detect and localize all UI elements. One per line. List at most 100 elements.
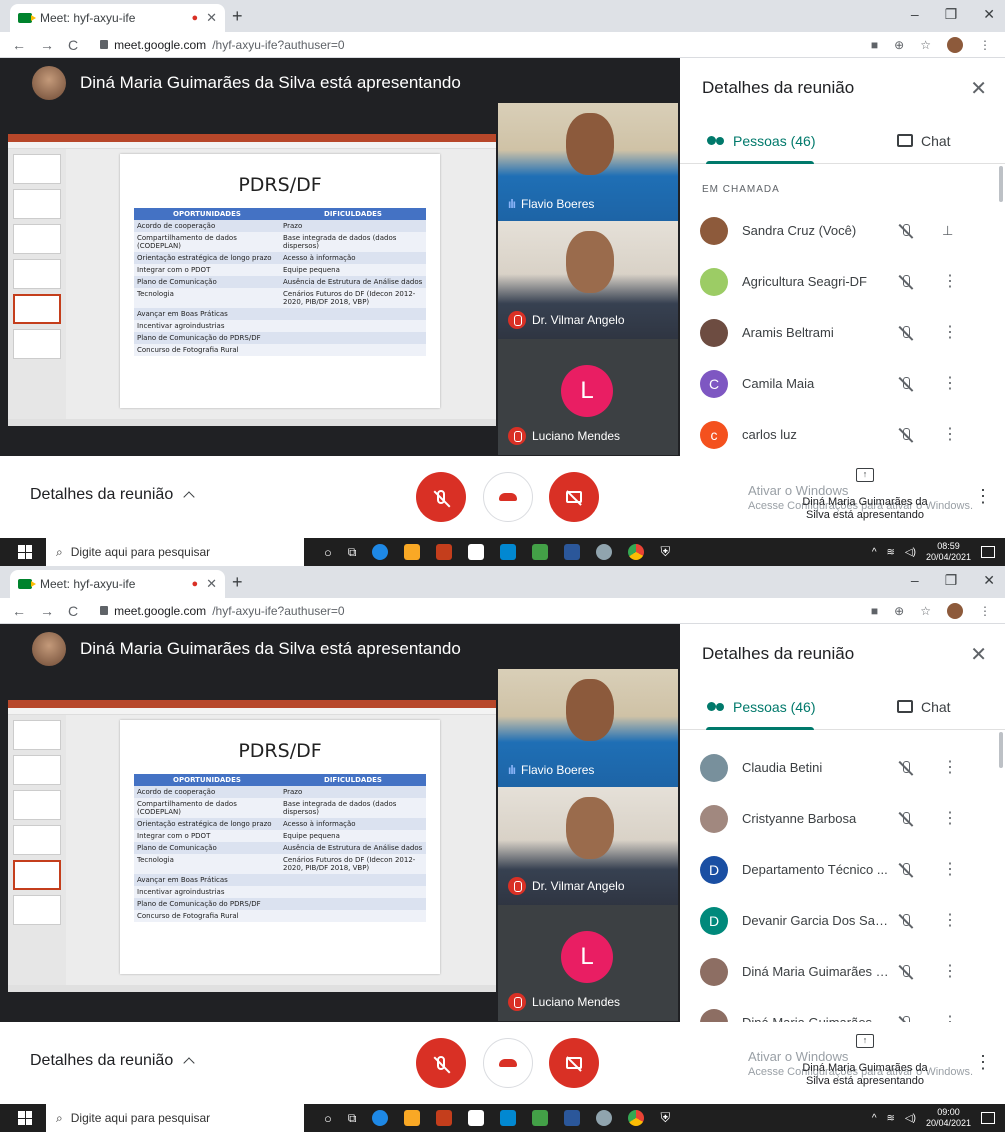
back-icon[interactable]: ←: [12, 603, 26, 619]
notifications-icon[interactable]: [981, 1112, 995, 1124]
meeting-details-button[interactable]: Detalhes da reunião: [30, 1052, 195, 1070]
participant-tile[interactable]: Dr. Vilmar Angelo: [498, 787, 678, 905]
tab-chat[interactable]: Chat: [843, 118, 1005, 163]
edge-icon[interactable]: [372, 1110, 389, 1126]
tray-chevron-up-icon[interactable]: ^: [872, 1113, 877, 1124]
more-options-icon[interactable]: ⋮: [942, 273, 958, 290]
excel-icon[interactable]: [532, 1110, 549, 1126]
leave-call-button[interactable]: [483, 472, 533, 522]
taskbar-clock[interactable]: 08:59 20/04/2021: [926, 541, 971, 563]
more-options-icon[interactable]: ⋮: [942, 324, 958, 341]
cortana-icon[interactable]: ○: [324, 1111, 332, 1126]
network-icon[interactable]: ≋: [887, 1113, 895, 1124]
toggle-mic-button[interactable]: [416, 472, 466, 522]
tray-chevron-up-icon[interactable]: ^: [872, 547, 877, 558]
browser-tab[interactable]: Meet: hyf-axyu-ife ● ✕: [10, 4, 225, 32]
bookmark-star-icon[interactable]: ☆: [920, 38, 931, 52]
store-icon[interactable]: [468, 1110, 485, 1126]
tab-people[interactable]: Pessoas (46): [680, 684, 843, 729]
participant-tile[interactable]: L Luciano Mendes: [498, 905, 678, 1021]
notifications-icon[interactable]: [981, 546, 995, 558]
paint-icon[interactable]: [596, 544, 613, 560]
toggle-camera-button[interactable]: [549, 472, 599, 522]
paint-icon[interactable]: [596, 1110, 613, 1126]
close-tab-icon[interactable]: ✕: [206, 576, 217, 592]
forward-icon[interactable]: →: [40, 37, 54, 53]
store-icon[interactable]: [468, 544, 485, 560]
list-item[interactable]: D Devanir Garcia Dos San... ⋮: [680, 895, 1005, 946]
browser-menu-icon[interactable]: ⋮: [979, 604, 991, 618]
more-options-icon[interactable]: ⋮: [942, 375, 958, 392]
taskbar-search[interactable]: ⌕ Digite aqui para pesquisar: [46, 538, 304, 566]
cortana-icon[interactable]: ○: [324, 545, 332, 560]
participant-tile[interactable]: Dr. Vilmar Angelo: [498, 221, 678, 339]
more-options-icon[interactable]: ⋮: [942, 963, 958, 980]
excel-icon[interactable]: [532, 544, 549, 560]
list-item[interactable]: C Camila Maia ⋮: [680, 358, 1005, 409]
tab-chat[interactable]: Chat: [843, 684, 1005, 729]
maximize-window-icon[interactable]: ❐: [945, 6, 958, 23]
shield-icon[interactable]: ⛨: [660, 1110, 670, 1126]
toggle-camera-button[interactable]: [549, 1038, 599, 1088]
list-item[interactable]: Sandra Cruz (Você) ⊥: [680, 205, 1005, 256]
more-options-icon[interactable]: ⋮: [974, 486, 992, 507]
close-tab-icon[interactable]: ✕: [206, 10, 217, 26]
taskbar-clock[interactable]: 09:00 20/04/2021: [926, 1107, 971, 1129]
back-icon[interactable]: ←: [12, 37, 26, 53]
powerpoint-icon[interactable]: [436, 544, 453, 560]
shield-icon[interactable]: ⛨: [660, 544, 670, 560]
mail-icon[interactable]: [500, 544, 517, 560]
network-icon[interactable]: ≋: [887, 547, 895, 558]
profile-avatar[interactable]: [947, 602, 963, 619]
toggle-mic-button[interactable]: [416, 1038, 466, 1088]
url-field[interactable]: meet.google.com/hyf-axyu-ife?authuser=0: [100, 38, 345, 52]
forward-icon[interactable]: →: [40, 603, 54, 619]
zoom-icon[interactable]: ⊕: [894, 38, 904, 52]
task-view-icon[interactable]: ⧉: [348, 545, 357, 560]
chrome-icon[interactable]: [628, 1110, 645, 1126]
more-options-icon[interactable]: ⋮: [942, 810, 958, 827]
participant-tile[interactable]: ılı Flavio Boeres: [498, 103, 678, 221]
leave-call-button[interactable]: [483, 1038, 533, 1088]
list-item[interactable]: Aramis Beltrami ⋮: [680, 307, 1005, 358]
meeting-details-button[interactable]: Detalhes da reunião: [30, 486, 195, 504]
close-window-icon[interactable]: ✕: [983, 572, 995, 589]
close-panel-icon[interactable]: ✕: [970, 642, 987, 667]
participant-tile[interactable]: L Luciano Mendes: [498, 339, 678, 455]
participant-tile[interactable]: ılı Flavio Boeres: [498, 669, 678, 787]
mail-icon[interactable]: [500, 1110, 517, 1126]
word-icon[interactable]: [564, 544, 581, 560]
volume-icon[interactable]: ◁): [905, 547, 916, 558]
reload-icon[interactable]: C: [68, 603, 78, 619]
zoom-icon[interactable]: ⊕: [894, 604, 904, 618]
word-icon[interactable]: [564, 1110, 581, 1126]
pin-icon[interactable]: ⊥: [942, 223, 953, 239]
edge-icon[interactable]: [372, 544, 389, 560]
task-view-icon[interactable]: ⧉: [348, 1111, 357, 1126]
new-tab-button[interactable]: +: [232, 6, 243, 27]
more-options-icon[interactable]: ⋮: [942, 861, 958, 878]
panel-scrollbar[interactable]: [999, 166, 1003, 202]
browser-menu-icon[interactable]: ⋮: [979, 38, 991, 52]
browser-tab[interactable]: Meet: hyf-axyu-ife ● ✕: [10, 570, 225, 598]
url-field[interactable]: meet.google.com/hyf-axyu-ife?authuser=0: [100, 604, 345, 618]
maximize-window-icon[interactable]: ❐: [945, 572, 958, 589]
taskbar-search[interactable]: ⌕ Digite aqui para pesquisar: [46, 1104, 304, 1132]
more-options-icon[interactable]: ⋮: [942, 912, 958, 929]
list-item[interactable]: Agricultura Seagri-DF ⋮: [680, 256, 1005, 307]
windows-start-icon[interactable]: [18, 1111, 32, 1125]
more-options-icon[interactable]: ⋮: [942, 426, 958, 443]
bookmark-star-icon[interactable]: ☆: [920, 604, 931, 618]
close-panel-icon[interactable]: ✕: [970, 76, 987, 101]
present-screen-icon[interactable]: ↑: [856, 1034, 874, 1048]
list-item[interactable]: Cristyanne Barbosa ⋮: [680, 793, 1005, 844]
list-item[interactable]: Diná Maria Guimarães d... ⋮: [680, 946, 1005, 997]
list-item[interactable]: D Departamento Técnico ... ⋮: [680, 844, 1005, 895]
camera-indicator-icon[interactable]: ■: [871, 604, 878, 618]
minimize-window-icon[interactable]: –: [911, 6, 919, 23]
file-explorer-icon[interactable]: [404, 1110, 421, 1126]
new-tab-button[interactable]: +: [232, 572, 243, 593]
tab-people[interactable]: Pessoas (46): [680, 118, 843, 163]
more-options-icon[interactable]: ⋮: [974, 1052, 992, 1073]
powerpoint-icon[interactable]: [436, 1110, 453, 1126]
